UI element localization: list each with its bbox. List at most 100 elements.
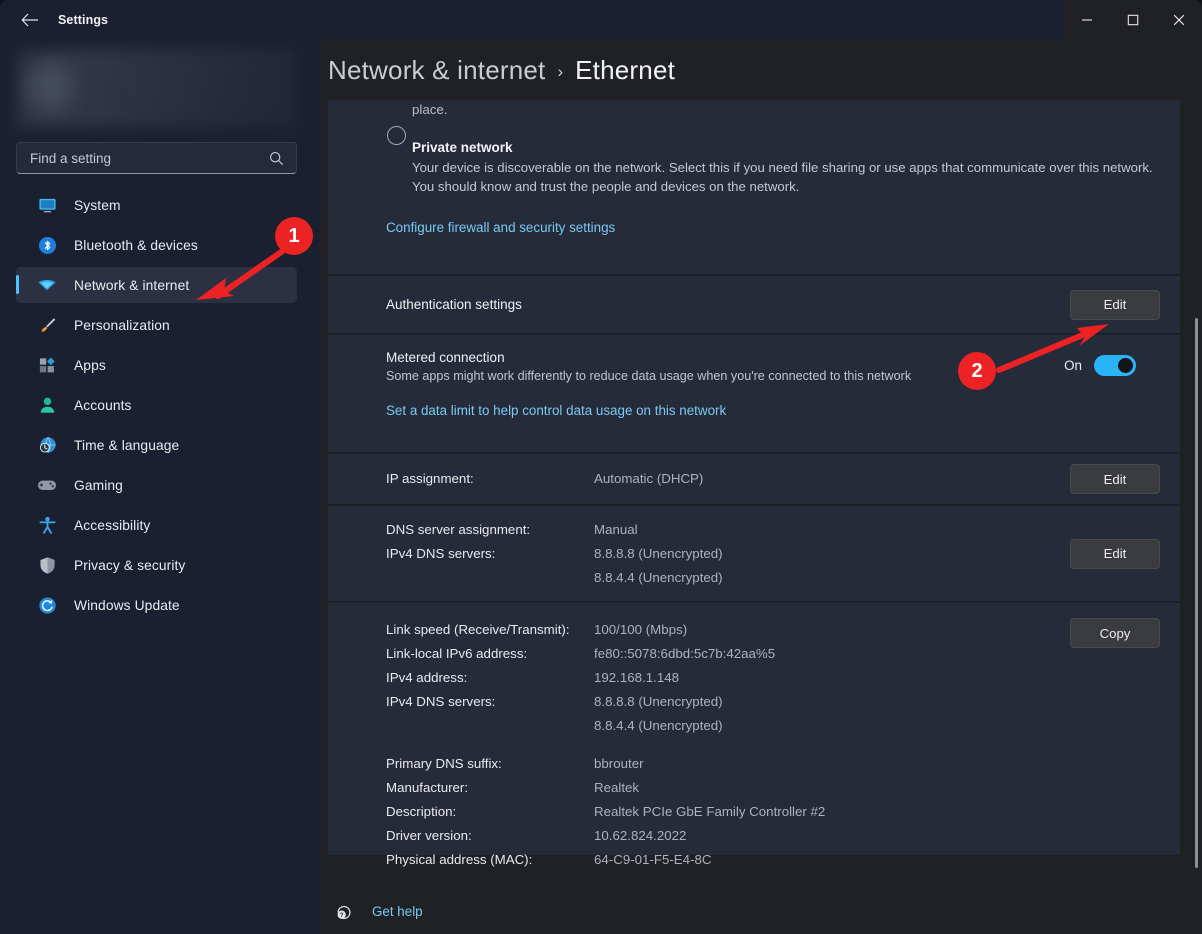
maximize-icon — [1127, 14, 1139, 26]
dns-row-key: DNS server assignment: — [386, 518, 594, 542]
property-value: bbrouter — [594, 752, 644, 776]
paintbrush-icon — [36, 314, 58, 336]
sidebar-item-network-internet[interactable]: Network & internet — [16, 267, 297, 303]
search-box[interactable] — [16, 142, 297, 174]
sidebar-item-label: Network & internet — [74, 278, 189, 293]
copy-properties-button[interactable]: Copy — [1070, 618, 1160, 648]
property-key: Description: — [386, 800, 594, 824]
property-value: 100/100 (Mbps) — [594, 618, 687, 642]
property-value: Realtek PCIe GbE Family Controller #2 — [594, 800, 825, 824]
ip-assignment-edit-button[interactable]: Edit — [1070, 464, 1160, 494]
avatar — [26, 62, 74, 110]
get-help-label[interactable]: Get help — [372, 904, 423, 919]
authentication-settings-card: Authentication settings Edit — [328, 276, 1180, 334]
maximize-button[interactable] — [1110, 0, 1156, 40]
sidebar-item-label: System — [74, 198, 121, 213]
footer-links: ? Get help Give feedback — [328, 895, 1180, 934]
property-value: 8.8.4.4 (Unencrypted) — [594, 714, 723, 738]
table-row: IPv4 DNS servers: 8.8.8.8 (Unencrypted) — [386, 690, 825, 714]
private-network-radio[interactable] — [387, 126, 406, 145]
callout-badge-1: 1 — [275, 217, 313, 255]
authentication-settings-label: Authentication settings — [328, 297, 522, 312]
network-profile-card: place. Private network Your device is di… — [328, 100, 1180, 275]
property-key: IPv4 address: — [386, 666, 594, 690]
scrollbar-thumb[interactable] — [1195, 318, 1198, 868]
sidebar-item-label: Accounts — [74, 398, 132, 413]
dns-row-key — [386, 566, 594, 590]
sidebar-item-time-language[interactable]: Time & language — [16, 427, 297, 463]
metered-connection-toggle[interactable] — [1094, 355, 1136, 376]
table-row: Driver version: 10.62.824.2022 — [386, 824, 825, 848]
table-row: IPv4 address: 192.168.1.148 — [386, 666, 825, 690]
dns-edit-button[interactable]: Edit — [1070, 539, 1160, 569]
metered-connection-card: Metered connection Some apps might work … — [328, 335, 1180, 453]
table-row: Physical address (MAC): 64-C9-01-F5-E4-8… — [386, 848, 825, 872]
property-key: Physical address (MAC): — [386, 848, 594, 872]
metered-connection-title: Metered connection — [386, 350, 911, 365]
apps-grid-icon — [36, 354, 58, 376]
minimize-icon — [1081, 14, 1093, 26]
callout-badge-2: 2 — [958, 352, 996, 390]
get-help-link[interactable]: ? Get help — [328, 895, 1180, 928]
property-value: fe80::5078:6dbd:5c7b:42aa%5 — [594, 642, 775, 666]
give-feedback-link[interactable]: Give feedback — [328, 928, 1180, 934]
table-row: Link-local IPv6 address: fe80::5078:6dbd… — [386, 642, 825, 666]
table-row: 8.8.4.4 (Unencrypted) — [386, 714, 825, 738]
table-row: 8.8.4.4 (Unencrypted) — [386, 566, 723, 590]
property-value: Realtek — [594, 776, 639, 800]
configure-firewall-link[interactable]: Configure firewall and security settings — [386, 220, 615, 235]
sidebar-item-gaming[interactable]: Gaming — [16, 467, 297, 503]
close-button[interactable] — [1156, 0, 1202, 40]
sidebar-item-bluetooth-devices[interactable]: Bluetooth & devices — [16, 227, 297, 263]
data-limit-link[interactable]: Set a data limit to help control data us… — [386, 403, 726, 418]
property-value: 64-C9-01-F5-E4-8C — [594, 848, 712, 872]
property-key: IPv4 DNS servers: — [386, 690, 594, 714]
help-question-icon: ? — [334, 903, 354, 921]
monitor-icon — [36, 194, 58, 216]
wifi-icon — [36, 274, 58, 296]
sidebar-item-label: Personalization — [74, 318, 170, 333]
accessibility-person-icon — [36, 514, 58, 536]
table-row: Link speed (Receive/Transmit): 100/100 (… — [386, 618, 825, 642]
adapter-properties-card: Link speed (Receive/Transmit): 100/100 (… — [328, 603, 1180, 856]
property-value: 192.168.1.148 — [594, 666, 679, 690]
table-row: Description: Realtek PCIe GbE Family Con… — [386, 800, 825, 824]
breadcrumb-parent[interactable]: Network & internet — [328, 55, 545, 86]
back-button[interactable] — [8, 5, 52, 35]
table-row: Primary DNS suffix: bbrouter — [386, 752, 825, 776]
property-value: 8.8.8.8 (Unencrypted) — [594, 690, 723, 714]
scrollbar[interactable] — [1195, 100, 1198, 934]
content-area: Network & internet › Ethernet place. Pri… — [320, 40, 1202, 934]
sidebar-item-accounts[interactable]: Accounts — [16, 387, 297, 423]
authentication-edit-button[interactable]: Edit — [1070, 290, 1160, 320]
window-controls — [1064, 0, 1202, 40]
sidebar-nav: System Bluetooth & devices — [16, 187, 297, 627]
window-title: Settings — [58, 13, 108, 27]
minimize-button[interactable] — [1064, 0, 1110, 40]
sidebar-item-privacy-security[interactable]: Privacy & security — [16, 547, 297, 583]
breadcrumb-separator-icon: › — [557, 59, 563, 82]
svg-text:?: ? — [340, 913, 344, 919]
table-row: Manufacturer: Realtek — [386, 776, 825, 800]
sidebar-item-label: Gaming — [74, 478, 123, 493]
back-arrow-icon — [21, 13, 39, 27]
clipped-profile-text: place. — [328, 100, 1180, 117]
breadcrumb-current: Ethernet — [575, 55, 675, 86]
property-key: Primary DNS suffix: — [386, 752, 594, 776]
ip-assignment-key: IP assignment: — [386, 467, 594, 491]
properties-list: Link speed (Receive/Transmit): 100/100 (… — [328, 603, 825, 855]
sidebar-item-accessibility[interactable]: Accessibility — [16, 507, 297, 543]
table-row: DNS server assignment: Manual — [386, 518, 723, 542]
dns-row-value: 8.8.4.4 (Unencrypted) — [594, 566, 723, 590]
sidebar-item-windows-update[interactable]: Windows Update — [16, 587, 297, 623]
search-input[interactable] — [17, 151, 263, 166]
sidebar: System Bluetooth & devices — [0, 40, 320, 934]
sidebar-item-personalization[interactable]: Personalization — [16, 307, 297, 343]
person-icon — [36, 394, 58, 416]
metered-connection-toggle-group[interactable]: On — [1064, 355, 1136, 376]
bluetooth-icon — [36, 234, 58, 256]
metered-toggle-state-label: On — [1064, 358, 1082, 373]
property-key: Link-local IPv6 address: — [386, 642, 594, 666]
sidebar-item-apps[interactable]: Apps — [16, 347, 297, 383]
sidebar-item-system[interactable]: System — [16, 187, 297, 223]
